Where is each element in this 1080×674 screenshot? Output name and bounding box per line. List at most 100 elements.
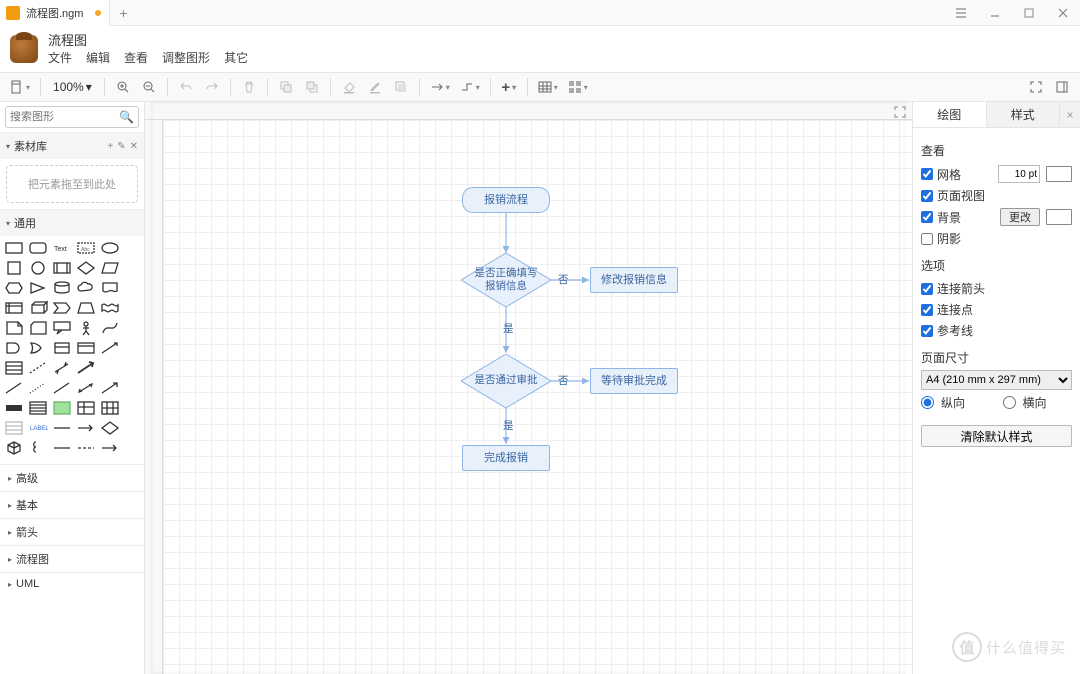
shape-callout[interactable] — [52, 320, 72, 336]
canvas[interactable]: 报销流程 是否正确填写 报销信息 否 修改报销信息 是 是否通过审批 — [145, 102, 912, 674]
radio-landscape[interactable]: 横向 — [1003, 394, 1073, 411]
shape-card[interactable] — [28, 320, 48, 336]
cat-advanced[interactable]: ▸高级 — [0, 464, 144, 491]
node-modify[interactable]: 修改报销信息 — [590, 267, 678, 293]
cat-flowchart[interactable]: ▸流程图 — [0, 545, 144, 572]
menu-file[interactable]: 文件 — [48, 51, 72, 65]
shape-diamond2[interactable] — [100, 420, 120, 436]
shape-dotline[interactable] — [28, 380, 48, 396]
chk-conn-points[interactable]: 连接点 — [921, 301, 1072, 318]
shape-rect[interactable] — [4, 240, 24, 256]
clear-default-style-button[interactable]: 清除默认样式 — [921, 425, 1072, 447]
shape-curve[interactable] — [100, 320, 120, 336]
shape-table2[interactable] — [100, 400, 120, 416]
to-front-button[interactable] — [274, 76, 298, 98]
chk-guides[interactable]: 参考线 — [921, 322, 1072, 339]
shape-link[interactable] — [4, 400, 24, 416]
tab-draw[interactable]: 绘图 — [913, 102, 987, 127]
shape-line3[interactable] — [52, 380, 72, 396]
shape-square[interactable] — [4, 260, 24, 276]
shape-harrow2[interactable] — [100, 440, 120, 456]
radio-portrait[interactable]: 纵向 — [921, 394, 991, 411]
edge-no-1[interactable]: 否 — [557, 272, 570, 287]
shape-text[interactable]: Text — [52, 240, 72, 256]
bg-color-swatch[interactable] — [1046, 209, 1072, 225]
canvas-grid[interactable]: 报销流程 是否正确填写 报销信息 否 修改报销信息 是 是否通过审批 — [163, 120, 912, 674]
close-button[interactable] — [1046, 0, 1080, 26]
edge-no-2[interactable]: 否 — [557, 373, 570, 388]
cat-uml[interactable]: ▸UML — [0, 572, 144, 595]
node-decision-fill[interactable]: 是否正确填写 报销信息 — [461, 253, 551, 307]
menu-edit[interactable]: 编辑 — [86, 51, 110, 65]
shape-list-green[interactable] — [52, 400, 72, 416]
fill-color-button[interactable] — [337, 76, 361, 98]
chk-page-view[interactable]: 页面视图 — [921, 187, 1072, 204]
redo-button[interactable] — [200, 76, 224, 98]
node-done[interactable]: 完成报销 — [462, 445, 550, 471]
edit-icon[interactable]: ✎ — [117, 141, 125, 152]
shape-arrow3[interactable] — [100, 380, 120, 396]
format-panel-button[interactable] — [1050, 76, 1074, 98]
shape-list2[interactable] — [28, 400, 48, 416]
shape-biarrow2[interactable] — [76, 380, 96, 396]
shape-list[interactable] — [4, 360, 24, 376]
menu-other[interactable]: 其它 — [224, 51, 248, 65]
chk-conn-arrows[interactable]: 连接箭头 — [921, 280, 1072, 297]
page-setup-button[interactable]: ▾ — [6, 76, 34, 98]
shape-line-dashed[interactable] — [28, 360, 48, 376]
connector-straight-button[interactable]: ▾ — [426, 76, 454, 98]
add-icon[interactable]: + — [107, 141, 113, 152]
cat-arrows[interactable]: ▸箭头 — [0, 518, 144, 545]
shape-box3d[interactable] — [4, 440, 24, 456]
menu-arrange[interactable]: 调整图形 — [162, 51, 210, 65]
shape-circle[interactable] — [28, 260, 48, 276]
node-start[interactable]: 报销流程 — [462, 187, 550, 213]
line-color-button[interactable] — [363, 76, 387, 98]
chk-shadow[interactable]: 阴影 — [921, 230, 1072, 247]
menu-view[interactable]: 查看 — [124, 51, 148, 65]
shape-bracket[interactable] — [28, 440, 48, 456]
shape-grid4[interactable] — [4, 420, 24, 436]
maximize-button[interactable] — [1012, 0, 1046, 26]
grid-view-button[interactable]: ▾ — [564, 76, 592, 98]
tab-style[interactable]: 样式 — [987, 102, 1061, 127]
node-wait[interactable]: 等待审批完成 — [590, 368, 678, 394]
node-decision-approve[interactable]: 是否通过审批 — [461, 354, 551, 408]
shape-diamond[interactable] — [76, 260, 96, 276]
shape-hline2[interactable] — [52, 440, 72, 456]
shape-arrowline[interactable] — [100, 340, 120, 356]
shape-tape[interactable] — [100, 300, 120, 316]
shape-document[interactable] — [100, 280, 120, 296]
edge-yes-2[interactable]: 是 — [502, 418, 515, 433]
shape-cube[interactable] — [28, 300, 48, 316]
minimize-button[interactable] — [978, 0, 1012, 26]
cat-basic[interactable]: ▸基本 — [0, 491, 144, 518]
table-button[interactable]: ▾ — [534, 76, 562, 98]
shape-hdash[interactable] — [76, 440, 96, 456]
shape-triangle[interactable] — [28, 280, 48, 296]
shape-label[interactable]: LABEL — [28, 420, 48, 436]
shape-arrowh[interactable] — [76, 420, 96, 436]
zoom-in-button[interactable] — [111, 76, 135, 98]
undo-button[interactable] — [174, 76, 198, 98]
general-section[interactable]: ▾通用 — [0, 209, 144, 236]
shape-ellipse[interactable] — [100, 240, 120, 256]
file-tab[interactable]: 流程图.ngm — [0, 0, 110, 26]
shape-container[interactable] — [76, 340, 96, 356]
panel-close-icon[interactable]: × — [1060, 102, 1080, 127]
shape-table[interactable] — [76, 400, 96, 416]
bg-change-button[interactable]: 更改 — [1000, 208, 1040, 226]
drop-zone[interactable]: 把元素拖至到此处 — [6, 165, 138, 203]
shape-search-input[interactable]: 🔍 — [5, 106, 139, 128]
shape-hline[interactable] — [52, 420, 72, 436]
grid-color-swatch[interactable] — [1046, 166, 1072, 182]
shape-step[interactable] — [52, 300, 72, 316]
expand-icon[interactable] — [892, 104, 908, 120]
shape-cloud[interactable] — [76, 280, 96, 296]
materials-section[interactable]: ▾素材库 +✎✕ — [0, 133, 144, 159]
shape-biarrow[interactable] — [52, 360, 72, 376]
edge-yes-1[interactable]: 是 — [502, 321, 515, 336]
page-size-select[interactable]: A4 (210 mm x 297 mm) — [921, 370, 1072, 390]
grid-size-input[interactable] — [998, 165, 1040, 183]
shape-or[interactable] — [28, 340, 48, 356]
